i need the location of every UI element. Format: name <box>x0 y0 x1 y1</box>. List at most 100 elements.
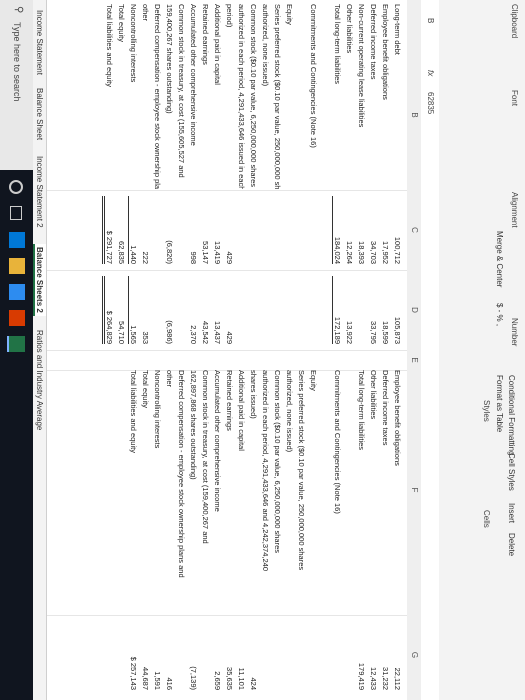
cells-group-label: Cells <box>482 510 491 528</box>
excel-icon[interactable] <box>7 336 25 352</box>
insert-button[interactable]: Insert <box>506 500 517 526</box>
tab-income-statement[interactable]: Income Statement <box>35 10 44 75</box>
tab-balance-sheets-2[interactable]: Balance Sheets 2 <box>33 244 46 316</box>
row-label[interactable]: Retained earnings <box>225 370 234 615</box>
table-row: Common stock ($0.10 par value, 6,250,000… <box>272 0 283 700</box>
tab-income-statement-2[interactable]: Income Statement 2 <box>35 156 44 228</box>
office-icon[interactable] <box>9 310 25 326</box>
styles-group-label: Styles <box>482 400 491 422</box>
table-row: Retained earnings 35,635 <box>224 0 235 700</box>
cell-value-g[interactable]: 424 <box>249 620 258 690</box>
table-row: Other liabilities 12,433 <box>368 0 379 700</box>
cell-value-g[interactable]: 1,591 <box>153 620 162 690</box>
row-label[interactable]: authorized in each period, 4,291,433,646… <box>261 370 270 615</box>
cell-value-c[interactable]: 62,835 <box>117 196 126 264</box>
row-label[interactable]: Total liabilities and equity <box>129 370 138 615</box>
alignment-group-label: Alignment <box>510 192 519 228</box>
cell-value-g[interactable]: 179,419 <box>357 620 366 690</box>
cell-value-g[interactable]: 12,433 <box>369 620 378 690</box>
cell-value-g[interactable]: 11,101 <box>237 620 246 690</box>
column-header[interactable]: D <box>410 270 419 350</box>
table-row: authorized, none issued) <box>284 0 295 700</box>
format-as-table-button[interactable]: Format as Table <box>494 372 505 435</box>
delete-button[interactable]: Delete <box>506 530 517 559</box>
tab-balance-sheet[interactable]: Balance Sheet <box>35 88 44 140</box>
cell-value-g[interactable]: 44,687 <box>141 620 150 690</box>
font-group-label: Font <box>510 90 519 107</box>
row-label[interactable]: shares issued) <box>249 370 258 615</box>
cell-value-g[interactable]: (7,139) <box>189 620 198 690</box>
merge-center-button[interactable]: Merge & Center <box>494 228 505 290</box>
cell-value-g[interactable]: $ 257,143 <box>129 620 138 690</box>
row-label[interactable]: 162,897,868 shares outstanding) <box>189 370 198 615</box>
formula-bar: B fx 62835 <box>420 0 439 700</box>
table-row: Commitments and Contingencies (Note 16) <box>332 0 343 700</box>
file-explorer-icon[interactable] <box>9 258 25 274</box>
row-label[interactable]: Total equity <box>141 370 150 615</box>
row-label[interactable]: Series preferred stock ($0.10 par value,… <box>297 370 306 615</box>
row-label[interactable]: Deferred income taxes <box>381 370 390 615</box>
table-row: Employee benefit obligations 22,112 <box>392 0 403 700</box>
fx-icon[interactable]: fx <box>426 70 435 76</box>
taskbar-search[interactable]: ⚲ Type here to search <box>0 0 33 170</box>
name-box[interactable]: B <box>426 18 435 23</box>
row-label[interactable]: Total long-term liabilities <box>357 370 366 615</box>
row-label[interactable]: Other liabilities <box>369 370 378 615</box>
cortana-icon[interactable] <box>9 180 23 194</box>
clipboard-group-label: Clipboard <box>510 4 519 39</box>
search-icon: ⚲ <box>13 6 24 14</box>
cell-value-c[interactable]: $ 291,727 <box>102 196 114 264</box>
table-row: Total equity 44,687 <box>140 0 151 700</box>
cell-value-d[interactable]: $ 264,829 <box>102 276 114 344</box>
table-row: authorized in each period, 4,291,433,646… <box>260 0 271 700</box>
row-label[interactable]: Total liabilities and equity <box>105 4 114 189</box>
table-row: other 416 <box>164 0 175 700</box>
row-label[interactable]: Common stock ($0.10 par value, 6,250,000… <box>273 370 282 615</box>
table-row: Total long-term liabilities 179,419 <box>356 0 367 700</box>
conditional-formatting-button[interactable]: Conditional Formatting <box>506 372 517 458</box>
column-header[interactable]: F <box>410 370 419 610</box>
excel-window: Clipboard Font Alignment Merge & Center … <box>0 0 525 700</box>
cell-value-g[interactable]: 31,232 <box>381 620 390 690</box>
table-row: Total equity 62,835 54,710 <box>116 0 127 700</box>
search-placeholder: Type here to search <box>12 22 22 102</box>
row-label[interactable]: Noncontrolling interests <box>153 370 162 615</box>
column-header[interactable]: G <box>410 615 419 695</box>
column-header[interactable]: E <box>410 350 419 370</box>
row-label[interactable]: Employee benefit obligations <box>393 370 402 615</box>
row-label[interactable]: Total equity <box>117 4 126 189</box>
row-label[interactable]: Additional paid in capital <box>237 370 246 615</box>
row-label[interactable]: Common stock in treasury, at cost (159,4… <box>201 370 210 615</box>
formula-input[interactable]: 62835 <box>426 92 435 114</box>
ribbon: Clipboard Font Alignment Merge & Center … <box>438 0 525 700</box>
row-label[interactable]: Commitments and Contingencies (Note 16) <box>333 370 342 615</box>
tab-ratios-industry-average[interactable]: Ratios and Industry Average <box>35 330 44 430</box>
number-format-button[interactable]: $ - % , <box>494 300 505 329</box>
row-label[interactable]: Equity <box>309 370 318 615</box>
column-header[interactable]: C <box>410 190 419 270</box>
column-header[interactable]: B <box>410 40 419 190</box>
table-row <box>344 0 355 700</box>
row-label[interactable]: other <box>165 370 174 615</box>
table-row: Noncontrolling interests 1,591 <box>152 0 163 700</box>
task-view-icon[interactable] <box>10 206 22 220</box>
cell-value-g[interactable]: 2,659 <box>213 620 222 690</box>
edge-icon[interactable] <box>9 232 25 248</box>
table-row: shares issued) 424 <box>248 0 259 700</box>
row-label[interactable]: authorized, none issued) <box>285 370 294 615</box>
table-row <box>320 0 331 700</box>
table-row: Accumulated other comprehensive income 2,… <box>212 0 223 700</box>
column-headers: B C D E F G <box>406 0 421 700</box>
table-row: Equity <box>308 0 319 700</box>
store-icon[interactable] <box>9 284 25 300</box>
cell-value-g[interactable]: 35,635 <box>225 620 234 690</box>
cell-styles-button[interactable]: Cell Styles <box>506 450 517 494</box>
table-row: Deferred income taxes 31,232 <box>380 0 391 700</box>
cell-value-g[interactable]: 416 <box>165 620 174 690</box>
row-label[interactable]: Accumulated other comprehensive income <box>213 370 222 615</box>
row-label[interactable]: Deferred compensation - employee stock o… <box>177 370 186 615</box>
cell-value-g[interactable]: 22,112 <box>393 620 402 690</box>
worksheet-grid[interactable]: Long-term debt 100,712 105,873 Employee ben… <box>47 0 407 700</box>
cell-value-d[interactable]: 54,710 <box>117 276 126 344</box>
table-row: Series preferred stock ($0.10 par value,… <box>296 0 307 700</box>
